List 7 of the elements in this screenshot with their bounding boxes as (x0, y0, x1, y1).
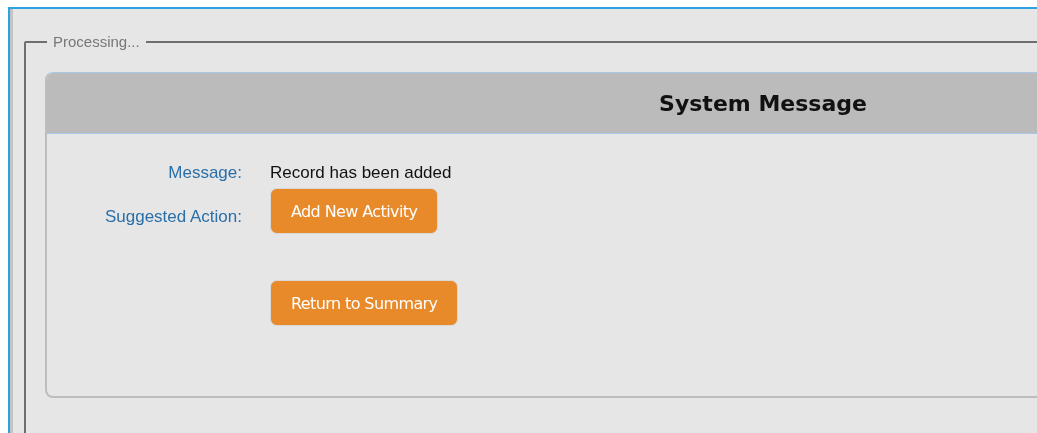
group-legend: Processing... (47, 33, 146, 50)
message-text: Record has been added (270, 162, 453, 184)
action-button[interactable]: Return to Summary (270, 280, 459, 326)
field-label: Message: (168, 162, 242, 184)
panel-title: System Message (659, 90, 867, 116)
action-button[interactable]: Add New Activity (270, 188, 439, 234)
field-label: Suggested Action: (104, 206, 242, 228)
